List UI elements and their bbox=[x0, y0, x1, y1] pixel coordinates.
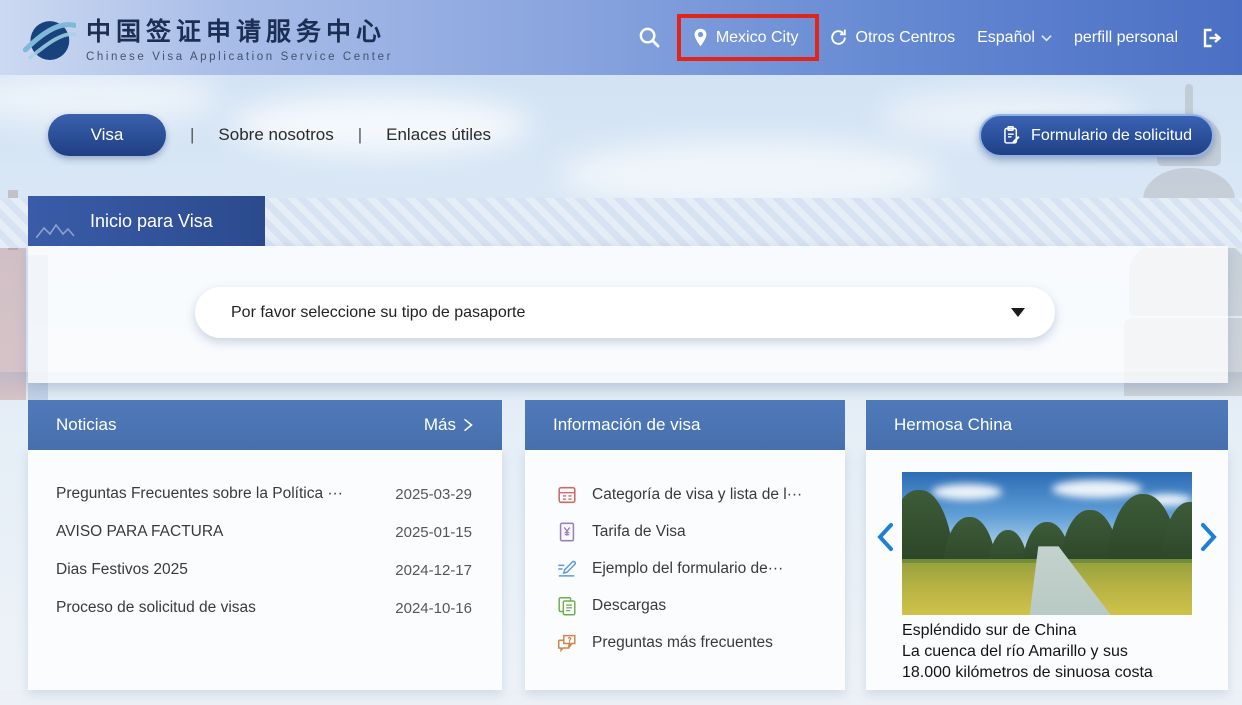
visa-info-item-label: Tarifa de Visa bbox=[592, 523, 686, 541]
header-nav: Mexico City Otros Centros Español perfil… bbox=[638, 0, 1228, 75]
tab-visa[interactable]: Visa bbox=[48, 114, 166, 156]
news-item[interactable]: Proceso de solicitud de visas 2024-10-16 bbox=[28, 589, 502, 627]
visa-info-item-label: Ejemplo del formulario de··· bbox=[592, 560, 783, 578]
visa-category-icon bbox=[556, 484, 578, 506]
passport-select-value: Por favor seleccione su tipo de pasaport… bbox=[231, 304, 1011, 322]
application-form-icon bbox=[1001, 125, 1022, 146]
logo-subtitle-english: Chinese Visa Application Service Center bbox=[86, 51, 393, 63]
passport-select-panel: Por favor seleccione su tipo de pasaport… bbox=[28, 246, 1228, 383]
carousel-prev-button[interactable] bbox=[874, 522, 896, 552]
switch-centers-icon bbox=[829, 28, 848, 47]
news-item-date: 2025-01-15 bbox=[395, 524, 472, 541]
visa-info-item-label: Categoría de visa y lista de l··· bbox=[592, 486, 802, 504]
profile-label: perfill personal bbox=[1074, 29, 1178, 47]
mountains-decor-icon bbox=[36, 220, 84, 238]
news-item[interactable]: Dias Festivos 2025 2024-12-17 bbox=[28, 551, 502, 589]
visa-info-panel-title: Información de visa bbox=[553, 415, 700, 435]
news-item-date: 2025-03-29 bbox=[395, 486, 472, 503]
visa-fee-icon bbox=[556, 521, 578, 543]
china-landscape-photo[interactable] bbox=[902, 472, 1192, 615]
nav-separator: | bbox=[358, 125, 362, 145]
caption-line-1: Espléndido sur de China bbox=[902, 620, 1153, 641]
logout-button[interactable] bbox=[1200, 26, 1224, 50]
china-carousel: Espléndido sur de China La cuenca del rí… bbox=[866, 450, 1228, 690]
chevron-right-icon bbox=[462, 418, 474, 432]
logo-title-chinese: 中国签证申请服务中心 bbox=[86, 12, 393, 48]
news-panel: Noticias Más Preguntas Frecuentes sobre … bbox=[28, 400, 502, 690]
visa-info-panel-header: Información de visa bbox=[525, 400, 845, 450]
application-form-button[interactable]: Formulario de solicitud bbox=[979, 114, 1214, 157]
news-list: Preguntas Frecuentes sobre la Política ·… bbox=[28, 450, 502, 690]
carousel-next-button[interactable] bbox=[1198, 522, 1220, 552]
news-item-title: AVISO PARA FACTURA bbox=[56, 523, 223, 541]
location-label: Mexico City bbox=[716, 29, 799, 47]
passport-type-select[interactable]: Por favor seleccione su tipo de pasaport… bbox=[195, 287, 1055, 338]
news-panel-header: Noticias Más bbox=[28, 400, 502, 450]
news-more-link[interactable]: Más bbox=[424, 415, 474, 435]
caption-line-3: 18.000 kilómetros de sinuosa costa bbox=[902, 662, 1153, 683]
location-selector[interactable]: Mexico City bbox=[677, 14, 819, 61]
caption-line-2: La cuenca del río Amarillo y sus bbox=[902, 641, 1153, 662]
tab-about-us[interactable]: Sobre nosotros bbox=[218, 125, 333, 145]
visa-info-item[interactable]: Categoría de visa y lista de l··· bbox=[525, 476, 845, 513]
location-pin-icon bbox=[693, 28, 708, 47]
visa-info-panel: Información de visa Categoría de visa y … bbox=[525, 400, 845, 690]
page: 中国签证申请服务中心 Chinese Visa Application Serv… bbox=[0, 0, 1242, 705]
china-panel-header: Hermosa China bbox=[866, 400, 1228, 450]
nav-separator: | bbox=[190, 125, 194, 145]
cvasc-logo-icon bbox=[22, 11, 76, 65]
news-item-title: Dias Festivos 2025 bbox=[56, 561, 188, 579]
news-item-date: 2024-12-17 bbox=[395, 562, 472, 579]
visa-start-title: Inicio para Visa bbox=[90, 211, 213, 232]
select-caret-icon bbox=[1011, 308, 1025, 317]
news-item-title: Preguntas Frecuentes sobre la Política ·… bbox=[56, 485, 343, 503]
other-centers-link[interactable]: Otros Centros bbox=[829, 28, 956, 47]
language-label: Español bbox=[977, 29, 1035, 47]
chevron-right-icon bbox=[1198, 522, 1220, 552]
news-item[interactable]: AVISO PARA FACTURA 2025-01-15 bbox=[28, 513, 502, 551]
china-panel-title: Hermosa China bbox=[894, 415, 1012, 435]
visa-info-item[interactable]: Preguntas más frecuentes bbox=[525, 624, 845, 661]
tab-visa-start[interactable]: Inicio para Visa bbox=[28, 196, 265, 246]
news-item[interactable]: Preguntas Frecuentes sobre la Política ·… bbox=[28, 475, 502, 513]
visa-info-item-label: Descargas bbox=[592, 597, 666, 615]
news-item-date: 2024-10-16 bbox=[395, 600, 472, 617]
news-panel-title: Noticias bbox=[56, 415, 116, 435]
visa-info-list: Categoría de visa y lista de l··· Tarifa… bbox=[525, 450, 845, 690]
visa-info-item[interactable]: Ejemplo del formulario de··· bbox=[525, 550, 845, 587]
beautiful-china-panel: Hermosa China bbox=[866, 400, 1228, 690]
news-item-title: Proceso de solicitud de visas bbox=[56, 599, 256, 617]
language-selector[interactable]: Español bbox=[977, 29, 1052, 47]
news-more-label: Más bbox=[424, 415, 456, 435]
chevron-left-icon bbox=[874, 522, 896, 552]
form-sample-icon bbox=[556, 558, 578, 580]
visa-info-item[interactable]: Descargas bbox=[525, 587, 845, 624]
faq-icon bbox=[556, 632, 578, 654]
profile-link[interactable]: perfill personal bbox=[1074, 29, 1178, 47]
visa-info-item-label: Preguntas más frecuentes bbox=[592, 634, 773, 652]
downloads-icon bbox=[556, 595, 578, 617]
logout-icon bbox=[1200, 26, 1224, 50]
china-photo-caption: Espléndido sur de China La cuenca del rí… bbox=[902, 620, 1153, 683]
application-form-label: Formulario de solicitud bbox=[1031, 127, 1192, 145]
search-button[interactable] bbox=[638, 26, 661, 49]
header: 中国签证申请服务中心 Chinese Visa Application Serv… bbox=[0, 0, 1242, 75]
logo[interactable]: 中国签证申请服务中心 Chinese Visa Application Serv… bbox=[22, 11, 393, 65]
main-nav: Visa | Sobre nosotros | Enlaces útiles bbox=[48, 114, 491, 156]
tab-useful-links[interactable]: Enlaces útiles bbox=[386, 125, 491, 145]
chevron-down-icon bbox=[1041, 34, 1052, 42]
bottom-strip bbox=[0, 690, 1242, 705]
visa-info-item[interactable]: Tarifa de Visa bbox=[525, 513, 845, 550]
other-centers-label: Otros Centros bbox=[856, 29, 956, 47]
search-icon bbox=[638, 26, 661, 49]
